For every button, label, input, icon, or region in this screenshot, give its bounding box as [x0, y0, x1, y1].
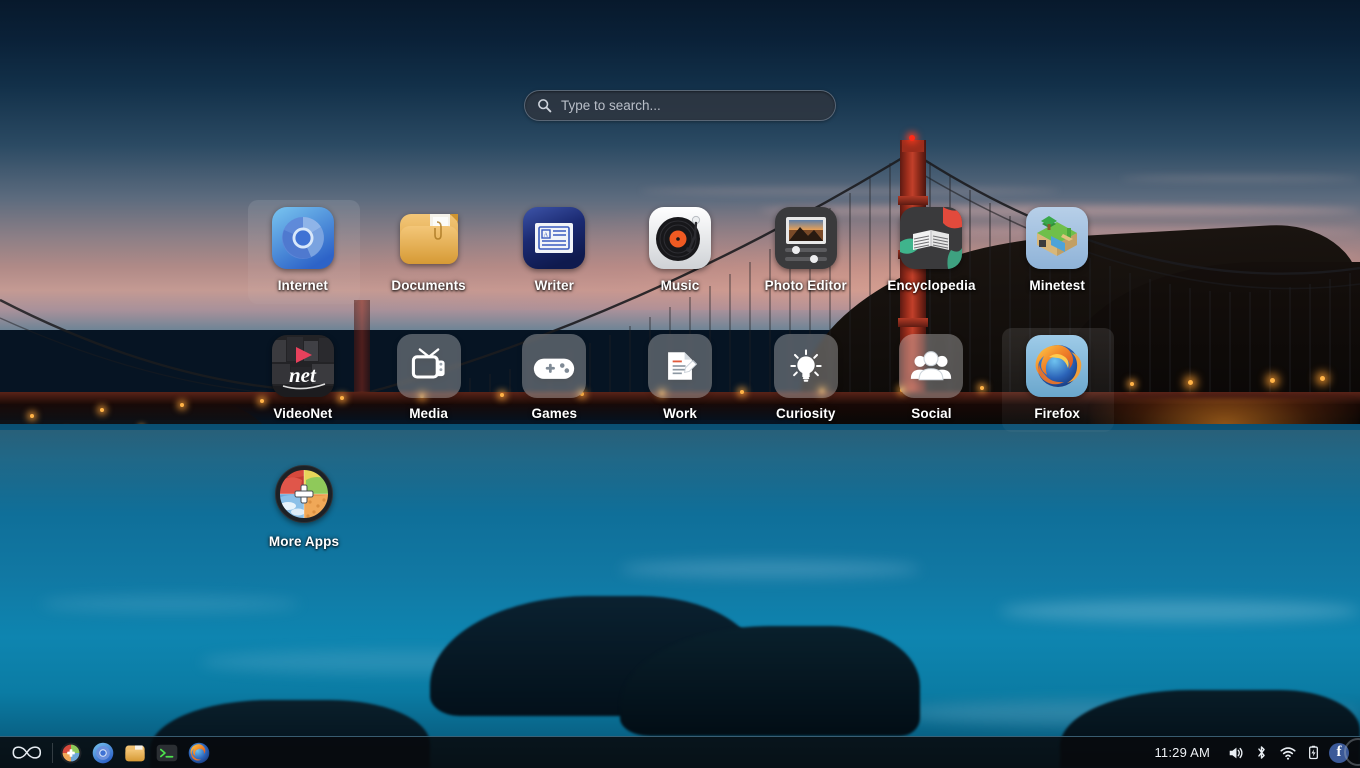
app-icon-videonet[interactable]: net VideoNet — [240, 326, 366, 454]
terminal-icon — [156, 742, 178, 764]
search-box[interactable] — [524, 90, 836, 121]
desktop-search[interactable] — [524, 90, 836, 121]
app-icon-curiosity[interactable]: Curiosity — [743, 326, 869, 454]
svg-text:A: A — [544, 232, 549, 239]
bridge-lamp — [1270, 378, 1275, 383]
app-icon-writer[interactable]: A Writer — [491, 198, 617, 326]
app-label: Games — [532, 406, 578, 421]
app-icon-internet[interactable]: Internet — [240, 198, 366, 326]
endless-menu-icon[interactable] — [0, 737, 50, 768]
minetest-icon — [1025, 206, 1089, 270]
speaker-icon — [1227, 744, 1244, 761]
app-row: Internet Documents — [240, 198, 1120, 326]
taskbar: 11:29 AM — [0, 736, 1360, 768]
taskbar-separator — [52, 743, 53, 763]
tv-icon — [397, 334, 461, 398]
more-apps-icon — [272, 462, 336, 526]
tray-battery-button[interactable] — [1300, 737, 1326, 768]
tray-network-button[interactable] — [1274, 737, 1300, 768]
tray-volume-button[interactable] — [1222, 737, 1248, 768]
app-label: Firefox — [1034, 406, 1080, 421]
bridge-tower-top — [902, 140, 924, 152]
chromium-icon — [92, 742, 114, 764]
wifi-icon — [1279, 744, 1296, 761]
firefox-icon — [1025, 334, 1089, 398]
taskbar-terminal-button[interactable] — [151, 737, 183, 768]
turntable-icon — [648, 206, 712, 270]
app-label: Documents — [391, 278, 465, 293]
bridge-aircraft-light — [909, 135, 915, 141]
app-icon-games[interactable]: Games — [491, 326, 617, 454]
app-label: Work — [663, 406, 697, 421]
app-label: Photo Editor — [765, 278, 847, 293]
search-icon — [537, 98, 552, 113]
bridge-lamp — [180, 403, 184, 407]
app-label: Social — [911, 406, 951, 421]
water-surf — [1000, 600, 1360, 622]
firefox-icon — [188, 742, 210, 764]
app-row: net VideoNet Media — [240, 326, 1120, 454]
taskbar-launchers — [0, 737, 215, 768]
taskbar-files-button[interactable] — [119, 737, 151, 768]
bridge-lamp — [1320, 376, 1325, 381]
chromium-icon — [271, 206, 335, 270]
app-icon-media[interactable]: Media — [366, 326, 492, 454]
battery-charging-icon — [1305, 744, 1322, 761]
water-surf — [40, 596, 300, 612]
app-icon-work[interactable]: Work — [617, 326, 743, 454]
note-pencil-icon — [648, 334, 712, 398]
app-icon-documents[interactable]: Documents — [366, 198, 492, 326]
photo-editor-icon — [774, 206, 838, 270]
bridge-lamp — [100, 408, 104, 412]
taskbar-more-apps-button[interactable] — [55, 737, 87, 768]
app-icon-minetest[interactable]: Minetest — [994, 198, 1120, 326]
app-icon-social[interactable]: Social — [869, 326, 995, 454]
app-label: Minetest — [1029, 278, 1085, 293]
bridge-lamp — [1130, 382, 1134, 386]
writer-icon: A — [522, 206, 586, 270]
app-label: Media — [409, 406, 448, 421]
app-icon-grid: Internet Documents — [240, 198, 1120, 582]
app-label: More Apps — [269, 534, 339, 549]
app-label: VideoNet — [273, 406, 332, 421]
search-input[interactable] — [561, 98, 823, 113]
bluetooth-icon — [1253, 744, 1270, 761]
people-icon — [899, 334, 963, 398]
folder-icon — [124, 742, 146, 764]
taskbar-chromium-button[interactable] — [87, 737, 119, 768]
app-label: Writer — [535, 278, 574, 293]
app-icon-more-apps[interactable]: More Apps — [240, 454, 368, 582]
svg-text:net: net — [289, 363, 317, 387]
bridge-lamp — [30, 414, 34, 418]
app-row: More Apps — [240, 454, 1120, 582]
app-label: Music — [661, 278, 700, 293]
more-apps-icon — [60, 742, 82, 764]
videonet-icon: net — [271, 334, 335, 398]
app-icon-music[interactable]: Music — [617, 198, 743, 326]
bridge-lamp — [1188, 380, 1193, 385]
app-label: Encyclopedia — [887, 278, 975, 293]
folder-icon — [397, 206, 461, 270]
lightbulb-icon — [774, 334, 838, 398]
app-icon-encyclopedia[interactable]: Encyclopedia — [869, 198, 995, 326]
taskbar-firefox-button[interactable] — [183, 737, 215, 768]
system-tray: 11:29 AM — [1154, 737, 1360, 768]
taskbar-clock[interactable]: 11:29 AM — [1154, 745, 1210, 760]
app-label: Internet — [278, 278, 328, 293]
app-icon-photo-editor[interactable]: Photo Editor — [743, 198, 869, 326]
tray-bluetooth-button[interactable] — [1248, 737, 1274, 768]
app-label: Curiosity — [776, 406, 835, 421]
gamepad-icon — [522, 334, 586, 398]
book-icon — [899, 206, 963, 270]
app-icon-firefox[interactable]: Firefox — [994, 326, 1120, 454]
